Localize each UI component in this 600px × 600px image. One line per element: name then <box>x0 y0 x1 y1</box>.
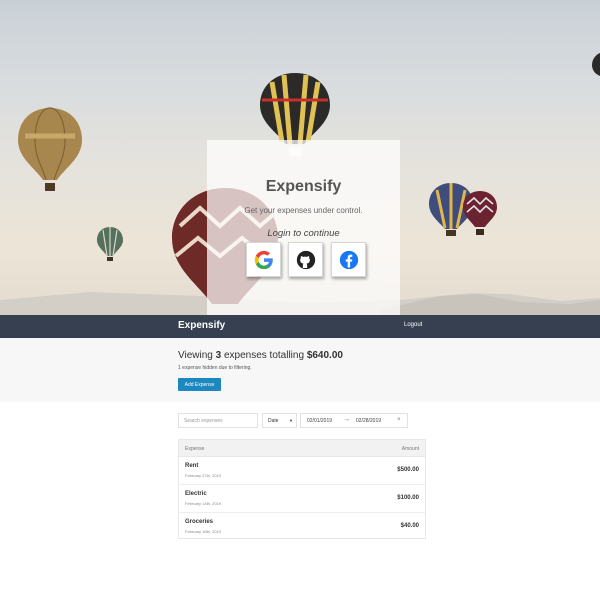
google-login-button[interactable] <box>246 242 281 277</box>
expense-row[interactable]: Rent February 27th, 2019 $500.00 <box>179 457 425 485</box>
expense-date: February 14th, 2019 <box>185 501 222 506</box>
expense-list: Expense Amount Rent February 27th, 2019 … <box>178 439 426 539</box>
column-amount: Amount <box>401 446 419 452</box>
end-date-input[interactable]: 02/28/2019 <box>356 418 381 424</box>
balloon-left <box>18 107 82 191</box>
expense-amount: $100.00 <box>397 495 419 501</box>
caret-down-icon: ▼ <box>289 418 293 423</box>
expense-amount: $500.00 <box>397 467 419 473</box>
facebook-login-button[interactable] <box>331 242 366 277</box>
balloon-edge <box>592 53 600 76</box>
arrow-right-icon: → <box>343 416 350 423</box>
login-title: Expensify <box>265 178 342 195</box>
expense-list-header: Expense Amount <box>179 440 425 457</box>
expense-description: Rent <box>185 463 199 469</box>
expense-total: $640.00 <box>306 350 343 361</box>
sort-selected-value: Date <box>268 417 279 424</box>
login-hero: Expensify Get your expenses under contro… <box>0 0 600 315</box>
column-expense: Expense <box>185 446 205 452</box>
expense-date: February 18th, 2019 <box>185 529 222 534</box>
date-range-picker: 02/01/2019 → 02/28/2019 × <box>300 413 408 428</box>
login-prompt: Login to continue <box>267 228 340 239</box>
sort-select[interactable]: Date ▼ <box>262 413 297 428</box>
expense-description: Electric <box>185 491 207 497</box>
add-expense-button[interactable]: Add Expense <box>178 378 221 391</box>
expense-row[interactable]: Electric February 14th, 2019 $100.00 <box>179 485 425 513</box>
app-brand[interactable]: Expensify <box>178 320 225 331</box>
google-icon <box>254 250 273 269</box>
close-icon[interactable]: × <box>397 417 401 423</box>
start-date-input[interactable]: 02/01/2019 <box>307 418 332 424</box>
search-input[interactable] <box>178 413 258 428</box>
login-tagline: Get your expenses under control. <box>244 206 363 215</box>
balloon-small-green <box>97 227 123 261</box>
summary-title: Viewing 3 expenses totalling $640.00 <box>178 350 343 361</box>
facebook-icon <box>339 250 358 269</box>
github-login-button[interactable] <box>288 242 323 277</box>
logout-button[interactable]: Logout <box>404 322 422 328</box>
expense-date: February 27th, 2019 <box>185 473 222 478</box>
github-icon <box>296 250 315 269</box>
expense-row[interactable]: Groceries February 18th, 2019 $40.00 <box>179 513 425 541</box>
expense-amount: $40.00 <box>400 523 419 529</box>
login-panel: Expensify Get your expenses under contro… <box>207 140 400 315</box>
expense-description: Groceries <box>185 519 214 525</box>
expenses-summary: Viewing 3 expenses totalling $640.00 1 e… <box>0 338 600 402</box>
app-header: Expensify Logout <box>0 315 600 338</box>
hidden-expenses-note: 1 expense hidden due to filtering. <box>178 365 252 371</box>
balloon-right-red <box>463 191 497 235</box>
